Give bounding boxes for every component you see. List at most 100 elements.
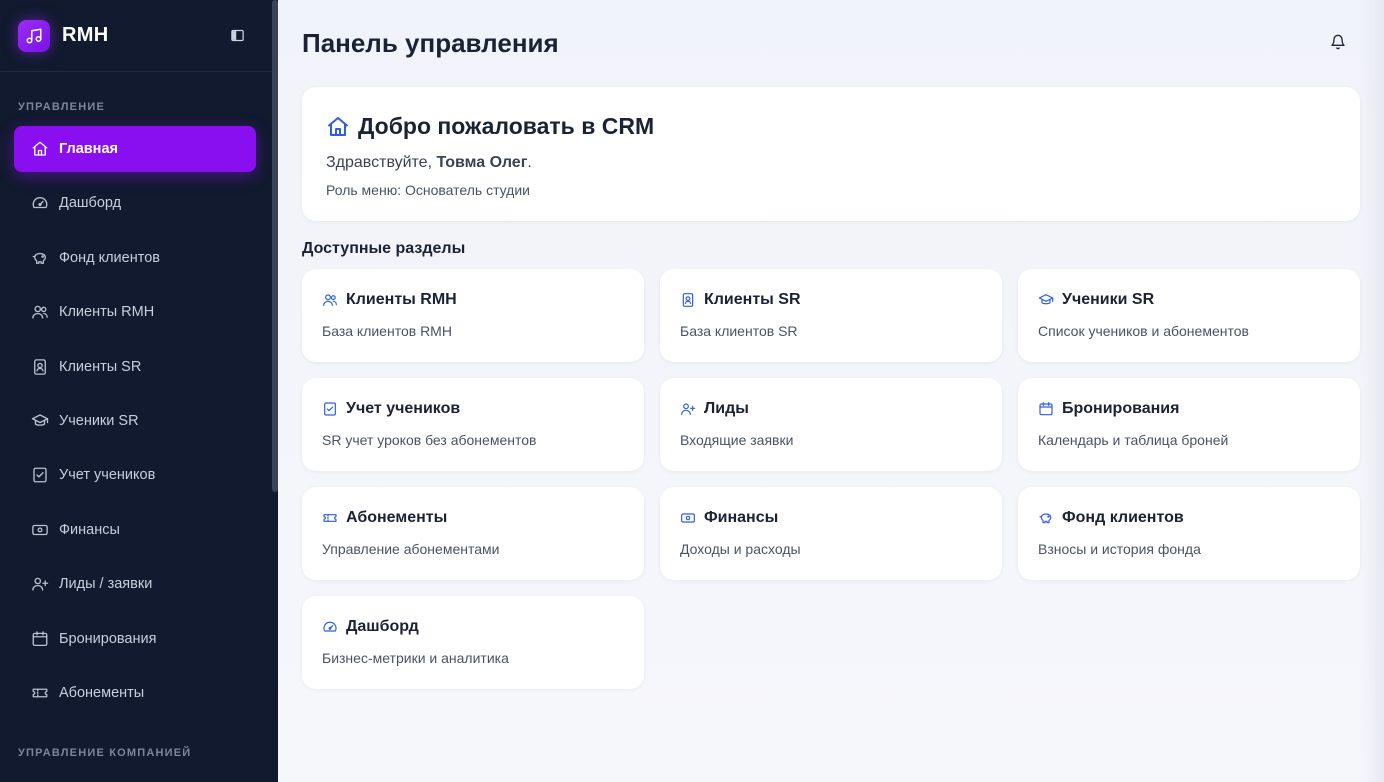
sidebar-item-2[interactable]: Фонд клиентов bbox=[14, 235, 256, 281]
sidebar-item-0[interactable]: Главная bbox=[14, 126, 256, 172]
contact-card-icon bbox=[680, 292, 696, 308]
banknote-icon bbox=[680, 510, 696, 526]
sidebar: RMH Управление Главная Дашборд Фонд клиент… bbox=[0, 0, 278, 782]
edge-shadow bbox=[1360, 0, 1384, 782]
gauge-icon bbox=[322, 619, 338, 635]
main-content: Панель управления Добро пожаловать в CRM… bbox=[278, 0, 1384, 782]
section-card-title: Лиды bbox=[680, 400, 982, 418]
section-card[interactable]: Фонд клиентов Взносы и история фонда bbox=[1018, 487, 1360, 580]
welcome-title-text: Добро пожаловать в CRM bbox=[358, 113, 655, 139]
sections-title: Доступные разделы bbox=[302, 240, 466, 257]
section-card-title: Ученики SR bbox=[1038, 291, 1340, 309]
section-card-desc: Бизнес-метрики и аналитика bbox=[322, 650, 509, 666]
sidebar-item-9[interactable]: Бронирования bbox=[14, 616, 256, 662]
user-name: Товма Олег bbox=[436, 154, 528, 171]
section-card[interactable]: Дашборд Бизнес-метрики и аналитика bbox=[302, 596, 644, 689]
section-card-title-text: Фонд клиентов bbox=[1062, 509, 1184, 526]
section-card-desc: Календарь и таблица броней bbox=[1038, 432, 1229, 448]
user-plus-icon bbox=[31, 575, 49, 593]
ticket-icon bbox=[31, 684, 49, 702]
section-card[interactable]: Финансы Доходы и расходы bbox=[660, 487, 1002, 580]
section-card[interactable]: Бронирования Календарь и таблица броней bbox=[1018, 378, 1360, 471]
sidebar-item-6[interactable]: Учет учеников bbox=[14, 452, 256, 498]
section-card-title: Клиенты SR bbox=[680, 291, 982, 309]
sidebar-nav: Главная Дашборд Фонд клиентов Клиенты RMH Кл… bbox=[14, 126, 256, 724]
section-card-desc: Доходы и расходы bbox=[680, 541, 801, 557]
logo[interactable] bbox=[18, 19, 50, 52]
sidebar-header: RMH bbox=[0, 0, 278, 72]
section-card-desc: База клиентов SR bbox=[680, 323, 798, 339]
welcome-title: Добро пожаловать в CRM bbox=[326, 113, 1336, 140]
users-icon bbox=[31, 303, 49, 321]
section-card-title: Бронирования bbox=[1038, 400, 1340, 418]
home-icon bbox=[326, 115, 350, 139]
gauge-icon bbox=[31, 194, 49, 212]
section-card[interactable]: Ученики SR Список учеников и абонементов bbox=[1018, 269, 1360, 362]
greeting: Здравствуйте, Товма Олег. bbox=[326, 154, 1336, 172]
sidebar-item-label: Лиды / заявки bbox=[59, 576, 153, 593]
sidebar-item-label: Клиенты SR bbox=[59, 358, 142, 375]
greeting-suffix: . bbox=[527, 154, 532, 171]
sidebar-item-label: Ученики SR bbox=[59, 412, 139, 429]
contact-card-icon bbox=[31, 358, 49, 376]
sidebar-item-label: Абонементы bbox=[59, 684, 145, 701]
brand-name: RMH bbox=[62, 24, 109, 46]
sidebar-item-3[interactable]: Клиенты RMH bbox=[14, 289, 256, 335]
section-card-title: Дашборд bbox=[322, 618, 624, 636]
section-card-title: Фонд клиентов bbox=[1038, 509, 1340, 527]
sidebar-item-10[interactable]: Абонементы bbox=[14, 670, 256, 716]
sidebar-item-label: Главная bbox=[59, 141, 118, 157]
sidebar-item-label: Финансы bbox=[59, 521, 120, 538]
section-card-title-text: Бронирования bbox=[1062, 400, 1180, 417]
sidebar-item-1[interactable]: Дашборд bbox=[14, 180, 256, 226]
section-card-desc: Взносы и история фонда bbox=[1038, 541, 1201, 557]
banknote-icon bbox=[31, 521, 49, 539]
welcome-card: Добро пожаловать в CRM Здравствуйте, Тов… bbox=[302, 87, 1360, 221]
section-card[interactable]: Абонементы Управление абонементами bbox=[302, 487, 644, 580]
bell-icon bbox=[1330, 34, 1348, 50]
home-icon bbox=[31, 140, 49, 158]
sidebar-section-title-company: Управление компанией bbox=[18, 747, 192, 759]
section-card-desc: SR учет уроков без абонементов bbox=[322, 432, 537, 448]
section-card-title-text: Абонементы bbox=[346, 509, 448, 526]
section-card-title: Финансы bbox=[680, 509, 982, 527]
section-card-desc: Список учеников и абонементов bbox=[1038, 323, 1249, 339]
section-card-title-text: Лиды bbox=[704, 400, 749, 417]
section-card-title: Учет учеников bbox=[322, 400, 624, 418]
section-card-desc: База клиентов RMH bbox=[322, 323, 452, 339]
section-card[interactable]: Клиенты RMH База клиентов RMH bbox=[302, 269, 644, 362]
section-card-title-text: Финансы bbox=[704, 509, 779, 526]
section-card[interactable]: Лиды Входящие заявки bbox=[660, 378, 1002, 471]
sidebar-item-5[interactable]: Ученики SR bbox=[14, 398, 256, 444]
user-plus-icon bbox=[680, 401, 696, 417]
section-card[interactable]: Учет учеников SR учет уроков без абонемен… bbox=[302, 378, 644, 471]
calendar-icon bbox=[1038, 401, 1054, 417]
section-card-title-text: Ученики SR bbox=[1062, 291, 1155, 308]
calendar-icon bbox=[31, 630, 49, 648]
sidebar-item-label: Дашборд bbox=[59, 195, 122, 212]
graduation-cap-icon bbox=[1038, 292, 1054, 308]
ticket-icon bbox=[322, 510, 338, 526]
role-text: Роль меню: Основатель студии bbox=[326, 182, 530, 198]
section-card-title-text: Клиенты RMH bbox=[346, 291, 457, 308]
page-title: Панель управления bbox=[302, 28, 559, 58]
sidebar-item-label: Учет учеников bbox=[59, 467, 156, 484]
sidebar-section-title: Управление bbox=[18, 101, 105, 113]
sidebar-item-4[interactable]: Клиенты SR bbox=[14, 344, 256, 390]
panel-left-icon bbox=[230, 28, 245, 43]
sidebar-item-label: Бронирования bbox=[59, 630, 157, 647]
section-card-title: Клиенты RMH bbox=[322, 291, 624, 309]
sidebar-toggle-button[interactable] bbox=[229, 27, 245, 43]
music-note-icon bbox=[25, 27, 43, 45]
sidebar-item-8[interactable]: Лиды / заявки bbox=[14, 561, 256, 607]
checklist-icon bbox=[322, 401, 338, 417]
piggy-bank-icon bbox=[1038, 510, 1054, 526]
section-card-title-text: Дашборд bbox=[346, 618, 419, 635]
section-card-title-text: Клиенты SR bbox=[704, 291, 801, 308]
piggy-bank-icon bbox=[31, 249, 49, 267]
section-card[interactable]: Клиенты SR База клиентов SR bbox=[660, 269, 1002, 362]
sidebar-item-7[interactable]: Финансы bbox=[14, 507, 256, 553]
checklist-icon bbox=[31, 466, 49, 484]
section-card-title-text: Учет учеников bbox=[346, 400, 461, 417]
notifications-button[interactable] bbox=[1330, 34, 1348, 52]
